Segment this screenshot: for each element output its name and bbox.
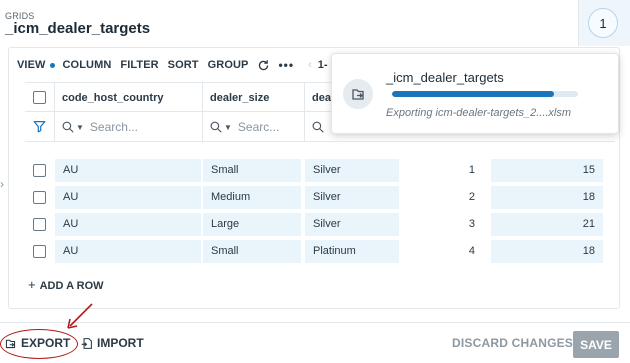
- chevron-left-icon[interactable]: ‹: [308, 59, 312, 71]
- column-divider: [202, 83, 203, 113]
- cell-dealer-tier[interactable]: Platinum: [305, 240, 399, 263]
- view-active-dot: [49, 62, 55, 68]
- import-label: IMPORT: [97, 336, 144, 350]
- toast-message: Exporting icm-dealer-targets_2....xlsm: [386, 107, 572, 119]
- cell-country[interactable]: AU: [55, 186, 201, 209]
- search-input-dealer-size[interactable]: ▼ Searc...: [210, 117, 300, 137]
- cell-index: 2: [468, 191, 475, 203]
- refresh-icon[interactable]: [257, 59, 270, 72]
- cell-target-value[interactable]: 21: [491, 213, 603, 236]
- cell-country[interactable]: AU: [55, 159, 201, 182]
- notifications-panel: 1: [578, 0, 630, 46]
- cell-country[interactable]: AU: [55, 240, 201, 263]
- cell-dealer-tier[interactable]: Silver: [305, 159, 399, 182]
- cell-dealer-tier[interactable]: Silver: [305, 186, 399, 209]
- import-icon: [81, 337, 92, 349]
- column-menu[interactable]: COLUMN: [63, 59, 112, 71]
- row-checkbox[interactable]: [33, 164, 46, 177]
- page-title: _icm_dealer_targets: [5, 20, 151, 37]
- cell-dealer-size[interactable]: Small: [203, 240, 301, 263]
- notification-count-badge[interactable]: 1: [588, 8, 618, 38]
- search-icon: [210, 121, 222, 133]
- export-progress-fill: [392, 91, 554, 97]
- export-progress-bar: [392, 91, 578, 97]
- cell-target-value[interactable]: 18: [491, 186, 603, 209]
- cell-target-value[interactable]: 18: [491, 240, 603, 263]
- search-placeholder: Search...: [89, 120, 138, 134]
- caret-down-icon[interactable]: ▼: [76, 123, 84, 132]
- page-indicator: 1-: [317, 59, 328, 71]
- cell-dealer-size[interactable]: Small: [203, 159, 301, 182]
- save-button[interactable]: SAVE: [573, 331, 619, 358]
- group-menu[interactable]: GROUP: [208, 59, 249, 71]
- row-checkbox[interactable]: [33, 245, 46, 258]
- cell-index: 3: [468, 218, 475, 230]
- column-divider: [304, 83, 305, 113]
- search-input-dealer-tier[interactable]: [312, 117, 332, 137]
- export-label: EXPORT: [21, 336, 71, 350]
- search-icon: [62, 121, 74, 133]
- row-checkbox[interactable]: [33, 218, 46, 231]
- column-divider: [54, 112, 55, 142]
- export-button[interactable]: EXPORT: [4, 336, 70, 350]
- select-all-checkbox[interactable]: [33, 91, 46, 104]
- cell-country[interactable]: AU: [55, 213, 201, 236]
- search-placeholder: Searc...: [237, 120, 280, 134]
- column-header-dealer-size[interactable]: dealer_size: [210, 83, 269, 113]
- search-icon: [312, 121, 324, 133]
- table-row[interactable]: AU Small Platinum 4 18: [25, 238, 615, 265]
- cell-dealer-size[interactable]: Medium: [203, 186, 301, 209]
- table-row[interactable]: AU Large Silver 3 21: [25, 211, 615, 238]
- caret-down-icon[interactable]: ▼: [224, 123, 232, 132]
- search-input-code-host-country[interactable]: ▼ Search...: [62, 117, 197, 137]
- cell-index: 1: [468, 164, 475, 176]
- grid-toolbar: VIEW COLUMN FILTER SORT GROUP ••• ‹ 1-: [17, 52, 328, 78]
- cell-target-value[interactable]: 15: [491, 159, 603, 182]
- export-icon: [343, 79, 373, 109]
- grid-footer: EXPORT IMPORT DISCARD CHANGES SAVE: [0, 322, 630, 363]
- export-toast: _icm_dealer_targets Exporting icm-dealer…: [331, 53, 619, 134]
- import-button[interactable]: IMPORT: [80, 336, 144, 350]
- column-divider: [54, 83, 55, 113]
- table-row[interactable]: AU Medium Silver 2 18: [25, 184, 615, 211]
- filter-icon[interactable]: [33, 120, 46, 133]
- column-divider: [304, 112, 305, 142]
- export-icon: [5, 339, 16, 348]
- filter-menu[interactable]: FILTER: [120, 59, 158, 71]
- column-header-dealer-tier[interactable]: dea: [312, 83, 331, 113]
- row-checkbox[interactable]: [33, 191, 46, 204]
- toast-title: _icm_dealer_targets: [386, 70, 504, 85]
- more-options-icon[interactable]: •••: [278, 58, 294, 72]
- plus-icon: +: [28, 277, 36, 292]
- column-divider: [202, 112, 203, 142]
- chevron-right-icon[interactable]: ›: [0, 176, 8, 192]
- column-header-code-host-country[interactable]: code_host_country: [62, 83, 163, 113]
- cell-index: 4: [468, 245, 475, 257]
- table-row[interactable]: AU Small Silver 1 15: [25, 157, 615, 184]
- view-menu[interactable]: VIEW: [17, 59, 46, 71]
- add-row-label: ADD A ROW: [39, 280, 104, 292]
- cell-dealer-size[interactable]: Large: [203, 213, 301, 236]
- add-row-button[interactable]: + ADD A ROW: [28, 277, 104, 292]
- sort-menu[interactable]: SORT: [168, 59, 199, 71]
- cell-dealer-tier[interactable]: Silver: [305, 213, 399, 236]
- grid-header: GRIDS _icm_dealer_targets 1: [0, 0, 630, 46]
- discard-changes-button[interactable]: DISCARD CHANGES: [452, 336, 573, 350]
